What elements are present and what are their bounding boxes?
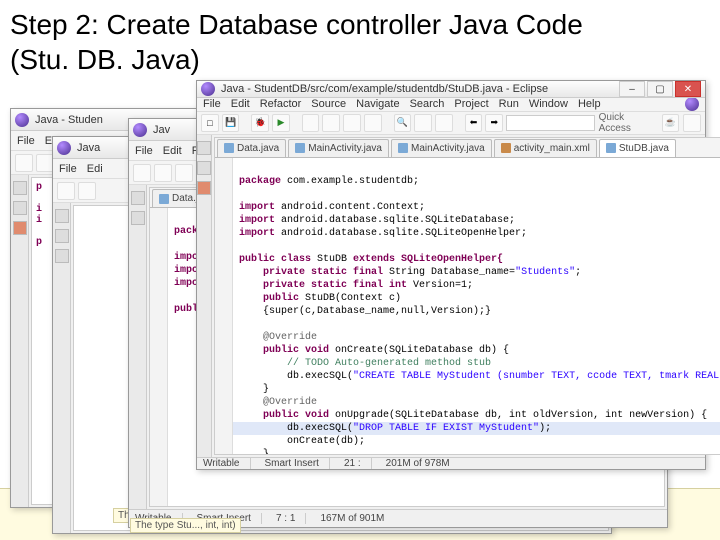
code-editor[interactable]: package package com.example.studentdb;co…: [215, 158, 720, 454]
toolbar-btn[interactable]: [322, 114, 340, 132]
left-gutter: [129, 185, 147, 509]
view-icon[interactable]: [197, 161, 211, 175]
quick-access-input[interactable]: [506, 115, 594, 131]
toolbar-btn[interactable]: [302, 114, 320, 132]
breakpoint-icon[interactable]: [197, 181, 211, 195]
java-file-icon: [606, 143, 616, 153]
toolbar: □ 💾 🐞 ▶ 🔍 ⬅ ➡ Quick Access ☕: [197, 112, 705, 135]
status-pos: 21 :: [344, 458, 372, 469]
window-buttons: – ▢ ✕: [619, 81, 701, 97]
toolbar-btn[interactable]: [78, 182, 96, 200]
status-insert: Smart Insert: [265, 458, 330, 469]
left-gutter: [11, 175, 29, 507]
menu-edit[interactable]: Edit: [231, 98, 250, 110]
toolbar-btn[interactable]: [57, 182, 75, 200]
toolbar-btn[interactable]: [15, 154, 33, 172]
left-gutter: [53, 203, 71, 533]
eclipse-window-4: Java - StudentDB/src/com/example/student…: [196, 80, 706, 470]
menu-file[interactable]: File: [135, 145, 153, 157]
stage: Java - Studen File Edit p i i p Java: [0, 78, 720, 540]
quick-access: Quick Access ☕: [506, 112, 701, 134]
view-icon[interactable]: [55, 209, 69, 223]
menu-project[interactable]: Project: [454, 98, 488, 110]
menu-edit[interactable]: Edi: [87, 163, 103, 175]
menu-file[interactable]: File: [17, 135, 35, 147]
eclipse-icon: [57, 141, 71, 155]
view-icon[interactable]: [13, 201, 27, 215]
window-title: Java - StudentDB/src/com/example/student…: [221, 83, 619, 95]
view-icon[interactable]: [55, 229, 69, 243]
search-button[interactable]: 🔍: [394, 114, 412, 132]
view-icon[interactable]: [131, 191, 145, 205]
status-bar: Writable Smart Insert 21 : 201M of 978M: [197, 457, 705, 469]
status-mem: 167M of 901M: [320, 513, 384, 524]
tab-activity-xml[interactable]: activity_main.xml: [494, 139, 597, 157]
tab-mainactivity[interactable]: MainActivity.java: [288, 139, 389, 157]
view-icon[interactable]: [55, 249, 69, 263]
toolbar-btn[interactable]: [133, 164, 151, 182]
java-file-icon: [224, 143, 234, 153]
java-file-icon: [159, 194, 169, 204]
debug-button[interactable]: 🐞: [251, 114, 269, 132]
save-button[interactable]: 💾: [222, 114, 240, 132]
perspective-java-icon[interactable]: ☕: [662, 114, 680, 132]
editor-tabs: Data.java MainActivity.java MainActivity…: [215, 138, 720, 158]
perspective-button[interactable]: [683, 114, 701, 132]
status-mem: 201M of 978M: [386, 458, 450, 469]
menu-source[interactable]: Source: [311, 98, 346, 110]
left-gutter: [197, 135, 212, 457]
editor-area: Data.java MainActivity.java MainActivity…: [214, 137, 720, 455]
java-file-icon: [295, 143, 305, 153]
line-gutter: [150, 208, 168, 506]
menu-file[interactable]: File: [59, 163, 77, 175]
java-file-icon: [398, 143, 408, 153]
eclipse-icon: [201, 82, 215, 96]
back-button[interactable]: ⬅: [465, 114, 483, 132]
forward-button[interactable]: ➡: [485, 114, 503, 132]
quick-access-label: Quick Access: [599, 112, 658, 134]
run-button[interactable]: ▶: [272, 114, 290, 132]
tab-data[interactable]: Data.java: [217, 139, 286, 157]
view-icon[interactable]: [131, 211, 145, 225]
view-icon[interactable]: [13, 221, 27, 235]
view-icon[interactable]: [197, 141, 211, 155]
menu-help[interactable]: Help: [578, 98, 601, 110]
menu-navigate[interactable]: Navigate: [356, 98, 399, 110]
maximize-button[interactable]: ▢: [647, 81, 673, 97]
eclipse-icon: [15, 113, 29, 127]
view-icon[interactable]: [13, 181, 27, 195]
line-gutter: [215, 158, 233, 454]
close-button[interactable]: ✕: [675, 81, 701, 97]
menu-window[interactable]: Window: [529, 98, 568, 110]
step-title: Step 2: Create Database controller Java …: [0, 0, 720, 44]
menu-edit[interactable]: Edit: [163, 145, 182, 157]
titlebar: Java - StudentDB/src/com/example/student…: [197, 81, 705, 98]
toolbar-btn[interactable]: [414, 114, 432, 132]
toolbar-btn[interactable]: [364, 114, 382, 132]
toolbar-btn[interactable]: [435, 114, 453, 132]
new-button[interactable]: □: [201, 114, 219, 132]
minimize-button[interactable]: –: [619, 81, 645, 97]
menu-refactor[interactable]: Refactor: [260, 98, 302, 110]
toolbar-btn[interactable]: [154, 164, 172, 182]
type-hint-tooltip: The type Stu..., int, int): [130, 518, 241, 533]
menu-run[interactable]: Run: [499, 98, 519, 110]
xml-file-icon: [501, 143, 511, 153]
status-writable: Writable: [203, 458, 251, 469]
menu-search[interactable]: Search: [410, 98, 445, 110]
status-pos: 7 : 1: [276, 513, 306, 524]
toolbar-btn[interactable]: [175, 164, 193, 182]
menu-file[interactable]: File: [203, 98, 221, 110]
toolbar-btn[interactable]: [343, 114, 361, 132]
eclipse-icon: [133, 123, 147, 137]
menubar[interactable]: File Edit Refactor Source Navigate Searc…: [197, 98, 705, 112]
tab-mainactivity2[interactable]: MainActivity.java: [391, 139, 492, 157]
tab-studb[interactable]: StuDB.java: [599, 139, 676, 157]
eclipse-icon: [685, 98, 699, 111]
